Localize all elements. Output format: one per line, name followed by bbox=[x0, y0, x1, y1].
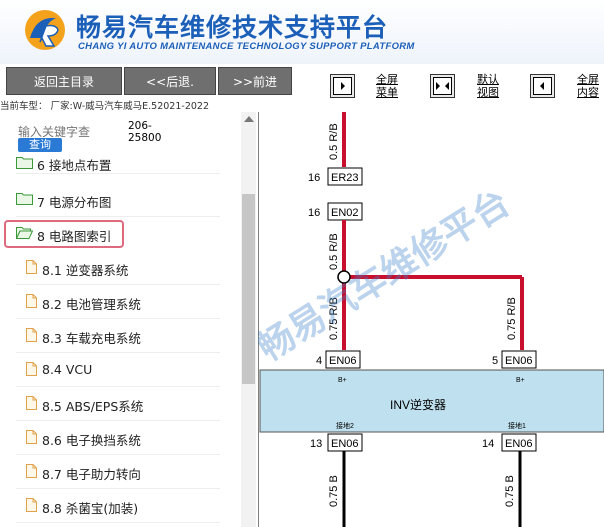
app-subtitle: CHANG YI AUTO MAINTENANCE TECHNOLOGY SUP… bbox=[78, 41, 415, 52]
tree-item-label: 8.3 车载充电系统 bbox=[42, 331, 141, 346]
tree-item-bms[interactable]: 8.2 电池管理系统 bbox=[16, 286, 220, 319]
search-result-count: 206- 25800 bbox=[128, 120, 162, 144]
pin-number-en06-13: 13 bbox=[310, 438, 322, 450]
tree-item-vcu[interactable]: 8.4 VCU bbox=[16, 354, 220, 387]
forward-button[interactable]: >>前进 bbox=[218, 67, 292, 95]
document-icon bbox=[26, 396, 37, 410]
default-view-link[interactable]: 默认 视图 bbox=[477, 73, 499, 99]
wire-label-right: 0.75 R/B bbox=[506, 297, 518, 340]
document-icon bbox=[26, 430, 37, 444]
document-icon bbox=[26, 464, 37, 478]
tree-item-sterilizer[interactable]: 8.8 杀菌宝(加装) bbox=[16, 490, 220, 523]
tree-item-label: 6 接地点布置 bbox=[37, 158, 112, 173]
pin-number-er23: 16 bbox=[308, 172, 320, 184]
tree-item-label: 8.5 ABS/EPS系统 bbox=[42, 399, 144, 414]
wire-label-b1: 0.75 B bbox=[328, 475, 340, 507]
logo-icon bbox=[25, 10, 65, 50]
selected-highlight bbox=[4, 220, 124, 248]
tree-item-inverter[interactable]: 8.1 逆变器系统 bbox=[16, 252, 220, 285]
tree-item-abs-eps[interactable]: 8.5 ABS/EPS系统 bbox=[16, 388, 220, 421]
connector-en06-5: EN06 bbox=[505, 355, 533, 367]
toolbar: 返回主目录 <<后退. >>前进 全屏 菜单 默认 视图 全屏 内容 bbox=[0, 64, 604, 102]
sidebar-tree: 查询 206-25800 6 接地点布置 7 电源分布图 8 电路图索引 8.1… bbox=[0, 112, 258, 527]
document-icon bbox=[26, 498, 37, 512]
tree-item-label: 8.2 电池管理系统 bbox=[42, 297, 141, 312]
document-icon bbox=[26, 362, 37, 376]
tree-item-label: 8.8 杀菌宝(加装) bbox=[42, 501, 139, 516]
pin-number-en06-4: 4 bbox=[316, 355, 322, 367]
scrollbar-thumb[interactable] bbox=[242, 194, 255, 384]
wiring-diagram: 0.5 R/B 16 ER23 16 EN02 0.5 R/B 0.75 R/B… bbox=[258, 112, 604, 527]
pin-number-en02: 16 bbox=[308, 207, 320, 219]
tree-item-eps[interactable]: 8.7 电子助力转向 bbox=[16, 456, 220, 489]
document-icon bbox=[26, 294, 37, 308]
tree-item-shift[interactable]: 8.6 电子换挡系统 bbox=[16, 422, 220, 455]
tree-item-obc[interactable]: 8.3 车载充电系统 bbox=[16, 320, 220, 353]
tree-item-label: 7 电源分布图 bbox=[37, 195, 112, 210]
default-view-icon[interactable] bbox=[430, 74, 455, 98]
fullscreen-menu-link[interactable]: 全屏 菜单 bbox=[376, 73, 398, 99]
tree-item-grounding[interactable]: 6 接地点布置 bbox=[16, 152, 220, 174]
connector-en06-4: EN06 bbox=[329, 355, 357, 367]
wire-label-top: 0.5 R/B bbox=[328, 123, 340, 160]
home-button[interactable]: 返回主目录 bbox=[6, 67, 122, 95]
ground-label-2: 接地2 bbox=[336, 421, 354, 430]
tree-item-label: 8.1 逆变器系统 bbox=[42, 263, 129, 278]
app-title: 畅易汽车维修技术支持平台 bbox=[76, 13, 389, 42]
folder-icon bbox=[16, 193, 33, 205]
b-plus-label-2: B+ bbox=[516, 377, 525, 384]
header-banner: 畅易汽车维修技术支持平台 CHANG YI AUTO MAINTENANCE T… bbox=[0, 0, 604, 64]
tree-item-label: 8.7 电子助力转向 bbox=[42, 467, 141, 482]
connector-en02: EN02 bbox=[331, 207, 359, 219]
car-model-info: 当前车型： 厂家:W-威马汽车威马E.52021-2022 bbox=[0, 101, 210, 112]
wire-label-b2: 0.75 B bbox=[504, 475, 516, 507]
back-button[interactable]: <<后退. bbox=[124, 67, 216, 95]
ground-label-1: 接地1 bbox=[508, 421, 526, 430]
connector-en06-13: EN06 bbox=[331, 438, 359, 450]
fullscreen-content-link[interactable]: 全屏 内容 bbox=[577, 73, 599, 99]
tree-item-label: 8.4 VCU bbox=[42, 362, 93, 377]
pin-number-en06-5: 5 bbox=[492, 355, 498, 367]
fullscreen-content-icon[interactable] bbox=[530, 74, 555, 98]
fullscreen-menu-icon[interactable] bbox=[330, 74, 355, 98]
scroll-up-arrow-icon[interactable] bbox=[244, 116, 254, 122]
pin-number-en06-14: 14 bbox=[482, 438, 494, 450]
document-icon bbox=[26, 260, 37, 274]
connector-en06-14: EN06 bbox=[505, 438, 533, 450]
b-plus-label-1: B+ bbox=[338, 377, 347, 384]
document-icon bbox=[26, 328, 37, 342]
tree-item-power-distribution[interactable]: 7 电源分布图 bbox=[16, 184, 220, 217]
folder-icon bbox=[16, 157, 33, 169]
inverter-label: INV逆变器 bbox=[390, 397, 446, 412]
tree-item-label: 8.6 电子换挡系统 bbox=[42, 433, 141, 448]
search-button[interactable]: 查询 bbox=[18, 138, 62, 152]
connector-er23: ER23 bbox=[331, 172, 359, 184]
wire-label-mid: 0.5 R/B bbox=[328, 233, 340, 270]
